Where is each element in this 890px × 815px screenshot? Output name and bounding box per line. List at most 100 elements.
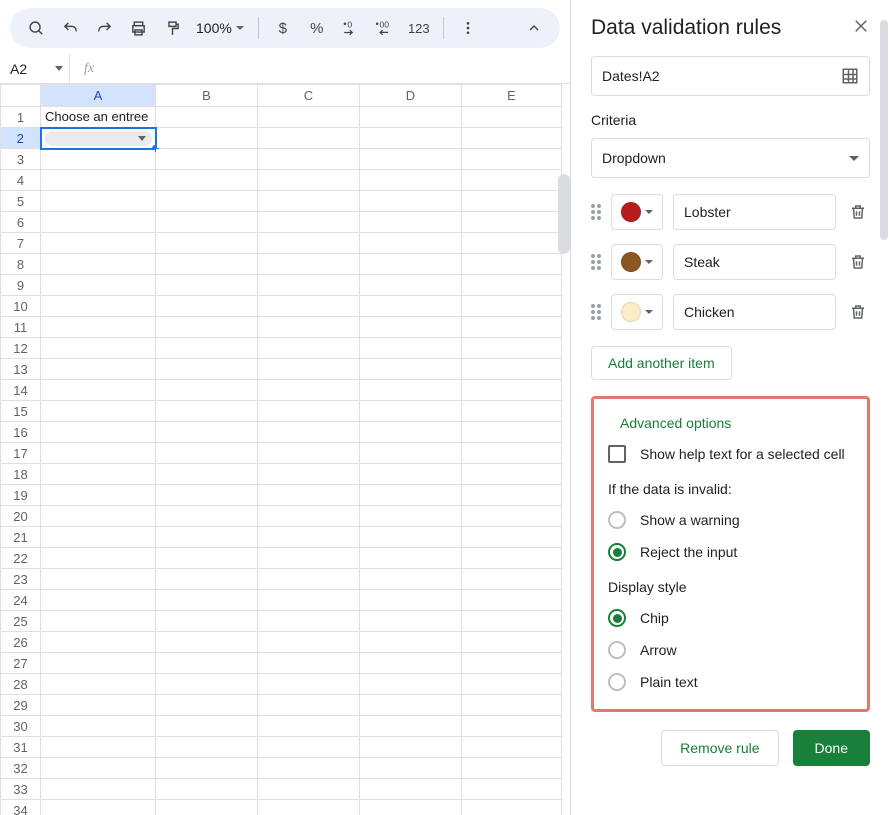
more-tools-icon[interactable] — [454, 14, 482, 42]
cell[interactable] — [41, 695, 156, 716]
cell[interactable] — [462, 632, 562, 653]
cell[interactable] — [156, 359, 258, 380]
cell[interactable] — [360, 590, 462, 611]
paint-format-icon[interactable] — [158, 14, 186, 42]
cell[interactable] — [258, 275, 360, 296]
cell[interactable] — [41, 275, 156, 296]
invalid-option-radio[interactable] — [608, 543, 626, 561]
row-header[interactable]: 7 — [1, 233, 41, 254]
cell[interactable] — [462, 695, 562, 716]
cell[interactable] — [360, 443, 462, 464]
row-header[interactable]: 34 — [1, 800, 41, 815]
cell[interactable] — [462, 443, 562, 464]
row-header[interactable]: 19 — [1, 485, 41, 506]
display-option-radio[interactable] — [608, 609, 626, 627]
more-formats-icon[interactable]: 123 — [405, 14, 433, 42]
remove-rule-button[interactable]: Remove rule — [661, 730, 778, 766]
cell[interactable] — [462, 779, 562, 800]
cell[interactable] — [41, 317, 156, 338]
cell[interactable] — [156, 296, 258, 317]
cell[interactable] — [156, 674, 258, 695]
zoom-select[interactable]: 100% — [192, 20, 248, 36]
cell[interactable] — [360, 212, 462, 233]
cell[interactable] — [360, 170, 462, 191]
row-header[interactable]: 24 — [1, 590, 41, 611]
cell[interactable] — [462, 800, 562, 815]
cell[interactable] — [156, 233, 258, 254]
cell[interactable] — [41, 443, 156, 464]
cell[interactable] — [41, 758, 156, 779]
cell[interactable] — [462, 338, 562, 359]
cell[interactable] — [41, 191, 156, 212]
row-header[interactable]: 4 — [1, 170, 41, 191]
cell[interactable] — [41, 212, 156, 233]
cell[interactable] — [156, 128, 258, 149]
cell[interactable] — [41, 464, 156, 485]
drag-handle-icon[interactable] — [591, 254, 601, 270]
cell[interactable] — [462, 254, 562, 275]
cell[interactable] — [462, 212, 562, 233]
row-header[interactable]: 1 — [1, 107, 41, 128]
cell[interactable] — [258, 422, 360, 443]
row-header[interactable]: 17 — [1, 443, 41, 464]
cell[interactable] — [360, 254, 462, 275]
cell[interactable] — [360, 485, 462, 506]
color-picker[interactable] — [611, 294, 663, 330]
scrollbar[interactable] — [558, 174, 570, 254]
cell[interactable] — [156, 212, 258, 233]
range-field[interactable]: Dates!A2 — [591, 56, 870, 96]
cell[interactable] — [258, 632, 360, 653]
drag-handle-icon[interactable] — [591, 204, 601, 220]
cell[interactable] — [258, 380, 360, 401]
column-header[interactable]: B — [156, 85, 258, 107]
cell[interactable] — [462, 527, 562, 548]
row-header[interactable]: 9 — [1, 275, 41, 296]
cell[interactable] — [156, 590, 258, 611]
cell[interactable] — [258, 191, 360, 212]
cell[interactable] — [462, 296, 562, 317]
cell[interactable] — [258, 800, 360, 815]
row-header[interactable]: 33 — [1, 779, 41, 800]
cell[interactable] — [258, 485, 360, 506]
cell[interactable] — [360, 191, 462, 212]
cell[interactable] — [462, 611, 562, 632]
delete-icon[interactable] — [846, 253, 870, 271]
cell[interactable] — [360, 401, 462, 422]
cell[interactable] — [156, 338, 258, 359]
cell[interactable] — [462, 233, 562, 254]
cell[interactable] — [462, 275, 562, 296]
cell[interactable] — [258, 758, 360, 779]
cell[interactable] — [258, 737, 360, 758]
cell[interactable] — [258, 548, 360, 569]
cell[interactable] — [258, 128, 360, 149]
cell[interactable] — [156, 149, 258, 170]
cell[interactable] — [156, 632, 258, 653]
cell[interactable] — [360, 779, 462, 800]
cell[interactable] — [156, 506, 258, 527]
cell[interactable] — [462, 548, 562, 569]
cell[interactable] — [156, 779, 258, 800]
cell[interactable] — [360, 695, 462, 716]
row-header[interactable]: 29 — [1, 695, 41, 716]
row-header[interactable]: 21 — [1, 527, 41, 548]
cell[interactable] — [258, 590, 360, 611]
cell[interactable] — [41, 800, 156, 815]
collapse-toolbar-icon[interactable] — [520, 14, 548, 42]
cell[interactable] — [156, 380, 258, 401]
cell[interactable] — [41, 653, 156, 674]
cell[interactable] — [462, 590, 562, 611]
row-header[interactable]: 22 — [1, 548, 41, 569]
cell[interactable] — [41, 422, 156, 443]
scrollbar[interactable] — [880, 20, 888, 240]
cell[interactable] — [41, 170, 156, 191]
cell[interactable] — [156, 737, 258, 758]
cell[interactable] — [360, 338, 462, 359]
display-option-radio[interactable] — [608, 641, 626, 659]
cell[interactable] — [156, 695, 258, 716]
row-header[interactable]: 18 — [1, 464, 41, 485]
spreadsheet-grid[interactable]: ABCDE1Choose an entree234567891011121314… — [0, 84, 562, 815]
select-all-corner[interactable] — [1, 85, 41, 107]
option-value-input[interactable]: Steak — [673, 244, 836, 280]
row-header[interactable]: 20 — [1, 506, 41, 527]
cell[interactable] — [41, 485, 156, 506]
